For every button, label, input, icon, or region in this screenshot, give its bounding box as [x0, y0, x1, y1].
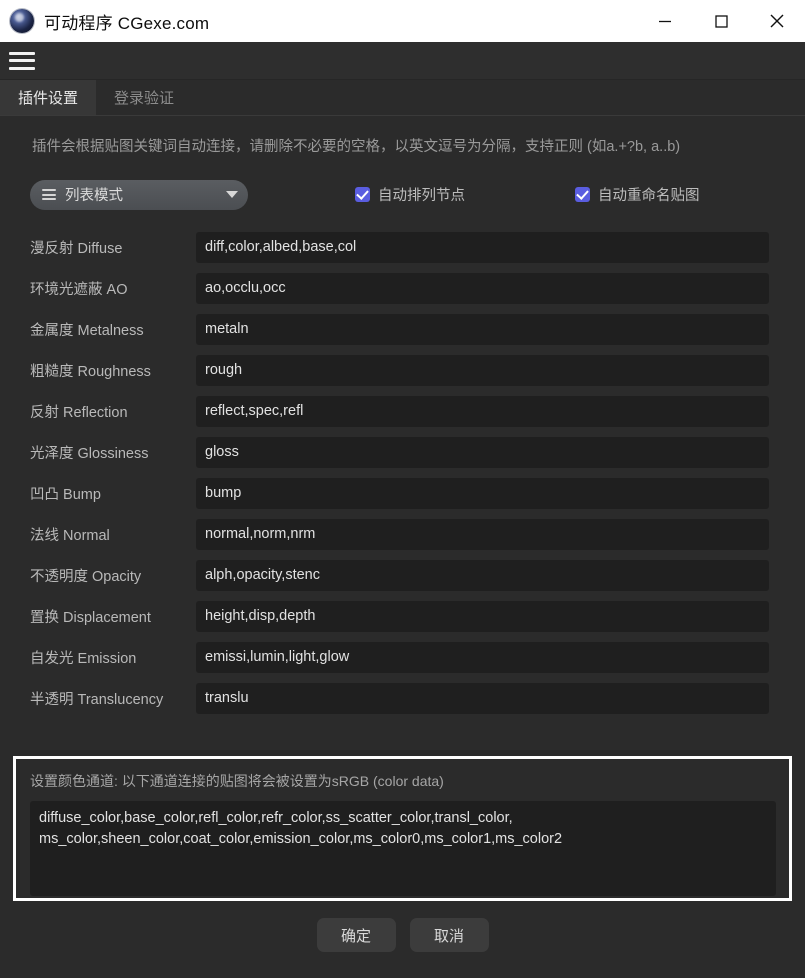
channel-label-ao: 环境光遮蔽 AO: [30, 281, 128, 298]
channel-input-translucency[interactable]: translu: [196, 682, 769, 714]
list-icon: [42, 189, 56, 201]
table-row: 半透明 Translucency translu: [0, 678, 805, 719]
window-title: 可动程序 CGexe.com: [44, 13, 210, 33]
maximize-icon[interactable]: [693, 0, 749, 42]
srgb-title: 设置颜色通道: 以下通道连接的贴图将会被设置为sRGB (color data): [30, 772, 444, 789]
channel-input-roughness[interactable]: rough: [196, 354, 769, 386]
channel-label-bump: 凹凸 Bump: [30, 486, 101, 503]
channel-input-emission[interactable]: emissi,lumin,light,glow: [196, 641, 769, 673]
description-text: 插件会根据贴图关键词自动连接，请删除不必要的空格，以英文逗号为分隔，支持正则 (…: [32, 139, 681, 155]
table-row: 自发光 Emission emissi,lumin,light,glow: [0, 637, 805, 678]
tab-login-verification[interactable]: 登录验证: [96, 80, 192, 115]
chevron-down-icon: [226, 191, 238, 199]
minimize-icon[interactable]: [637, 0, 693, 42]
cinema4d-sphere-icon: [10, 9, 34, 33]
checkbox-auto-arrange-nodes-label: 自动排列节点: [378, 188, 465, 205]
confirm-button[interactable]: 确定: [316, 918, 396, 952]
channel-input-opacity[interactable]: alph,opacity,stenc: [196, 559, 769, 591]
channel-label-glossiness: 光泽度 Glossiness: [30, 445, 149, 462]
channel-rows: 漫反射 Diffuse diff,color,albed,base,col 环境…: [0, 227, 805, 719]
channel-input-glossiness[interactable]: gloss: [196, 436, 769, 468]
table-row: 环境光遮蔽 AO ao,occlu,occ: [0, 268, 805, 309]
srgb-section: 设置颜色通道: 以下通道连接的贴图将会被设置为sRGB (color data)…: [0, 726, 805, 901]
table-row: 漫反射 Diffuse diff,color,albed,base,col: [0, 227, 805, 268]
srgb-highlight-box: 设置颜色通道: 以下通道连接的贴图将会被设置为sRGB (color data)…: [13, 755, 792, 901]
channel-label-diffuse: 漫反射 Diffuse: [30, 240, 123, 257]
channel-label-opacity: 不透明度 Opacity: [30, 568, 142, 585]
main-content: 插件会根据贴图关键词自动连接，请删除不必要的空格，以英文逗号为分隔，支持正则 (…: [0, 116, 805, 978]
channel-input-normal[interactable]: normal,norm,nrm: [196, 518, 769, 550]
list-mode-dropdown[interactable]: 列表模式: [30, 179, 248, 210]
window-controls: [637, 0, 805, 42]
footer-buttons: 确定 取消: [0, 918, 805, 952]
table-row: 反射 Reflection reflect,spec,refl: [0, 391, 805, 432]
channel-input-ao[interactable]: ao,occlu,occ: [196, 272, 769, 304]
channel-input-reflection[interactable]: reflect,spec,refl: [196, 395, 769, 427]
tab-plugin-settings-label: 插件设置: [18, 90, 79, 107]
table-row: 不透明度 Opacity alph,opacity,stenc: [0, 555, 805, 596]
table-row: 置换 Displacement height,disp,depth: [0, 596, 805, 637]
channel-label-normal: 法线 Normal: [30, 527, 110, 544]
list-mode-label: 列表模式: [65, 188, 123, 205]
table-row: 法线 Normal normal,norm,nrm: [0, 514, 805, 555]
options-row: 列表模式 自动排列节点 自动重命名贴图: [0, 179, 805, 211]
close-icon[interactable]: [749, 0, 805, 42]
srgb-textarea[interactable]: diffuse_color,base_color,refl_color,refr…: [30, 800, 776, 896]
channel-input-metalness[interactable]: metaln: [196, 313, 769, 345]
table-row: 金属度 Metalness metaln: [0, 309, 805, 350]
tab-bar: 插件设置 登录验证: [0, 80, 805, 116]
channel-label-emission: 自发光 Emission: [30, 650, 137, 667]
checkbox-auto-arrange-nodes[interactable]: 自动排列节点: [355, 184, 465, 205]
channel-input-displacement[interactable]: height,disp,depth: [196, 600, 769, 632]
srgb-value-line-1: diffuse_color,base_color,refl_color,refr…: [39, 809, 513, 826]
srgb-value-line-2: ms_color,sheen_color,coat_color,emission…: [39, 830, 563, 847]
checkbox-auto-rename-textures-box[interactable]: [575, 187, 590, 203]
checkbox-auto-arrange-nodes-box[interactable]: [355, 187, 370, 203]
channel-label-displacement: 置换 Displacement: [30, 609, 151, 626]
channel-label-reflection: 反射 Reflection: [30, 404, 128, 421]
title-bar: 可动程序 CGexe.com: [0, 0, 805, 42]
channel-input-bump[interactable]: bump: [196, 477, 769, 509]
channel-input-diffuse[interactable]: diff,color,albed,base,col: [196, 231, 769, 263]
channel-label-metalness: 金属度 Metalness: [30, 322, 144, 339]
table-row: 光泽度 Glossiness gloss: [0, 432, 805, 473]
tab-login-verification-label: 登录验证: [114, 90, 175, 107]
table-row: 粗糙度 Roughness rough: [0, 350, 805, 391]
hamburger-menu-icon[interactable]: [9, 51, 35, 70]
channel-label-translucency: 半透明 Translucency: [30, 691, 164, 708]
checkbox-auto-rename-textures-label: 自动重命名贴图: [598, 188, 700, 205]
table-row: 凹凸 Bump bump: [0, 473, 805, 514]
cancel-button[interactable]: 取消: [409, 918, 489, 952]
tab-plugin-settings[interactable]: 插件设置: [0, 80, 97, 115]
channel-label-roughness: 粗糙度 Roughness: [30, 363, 151, 380]
checkbox-auto-rename-textures[interactable]: 自动重命名贴图: [575, 184, 700, 205]
menu-strip: [0, 42, 805, 80]
app-window: 可动程序 CGexe.com 插件设置 登录验证 插件会根据贴图关键词自动连接，…: [0, 0, 805, 978]
